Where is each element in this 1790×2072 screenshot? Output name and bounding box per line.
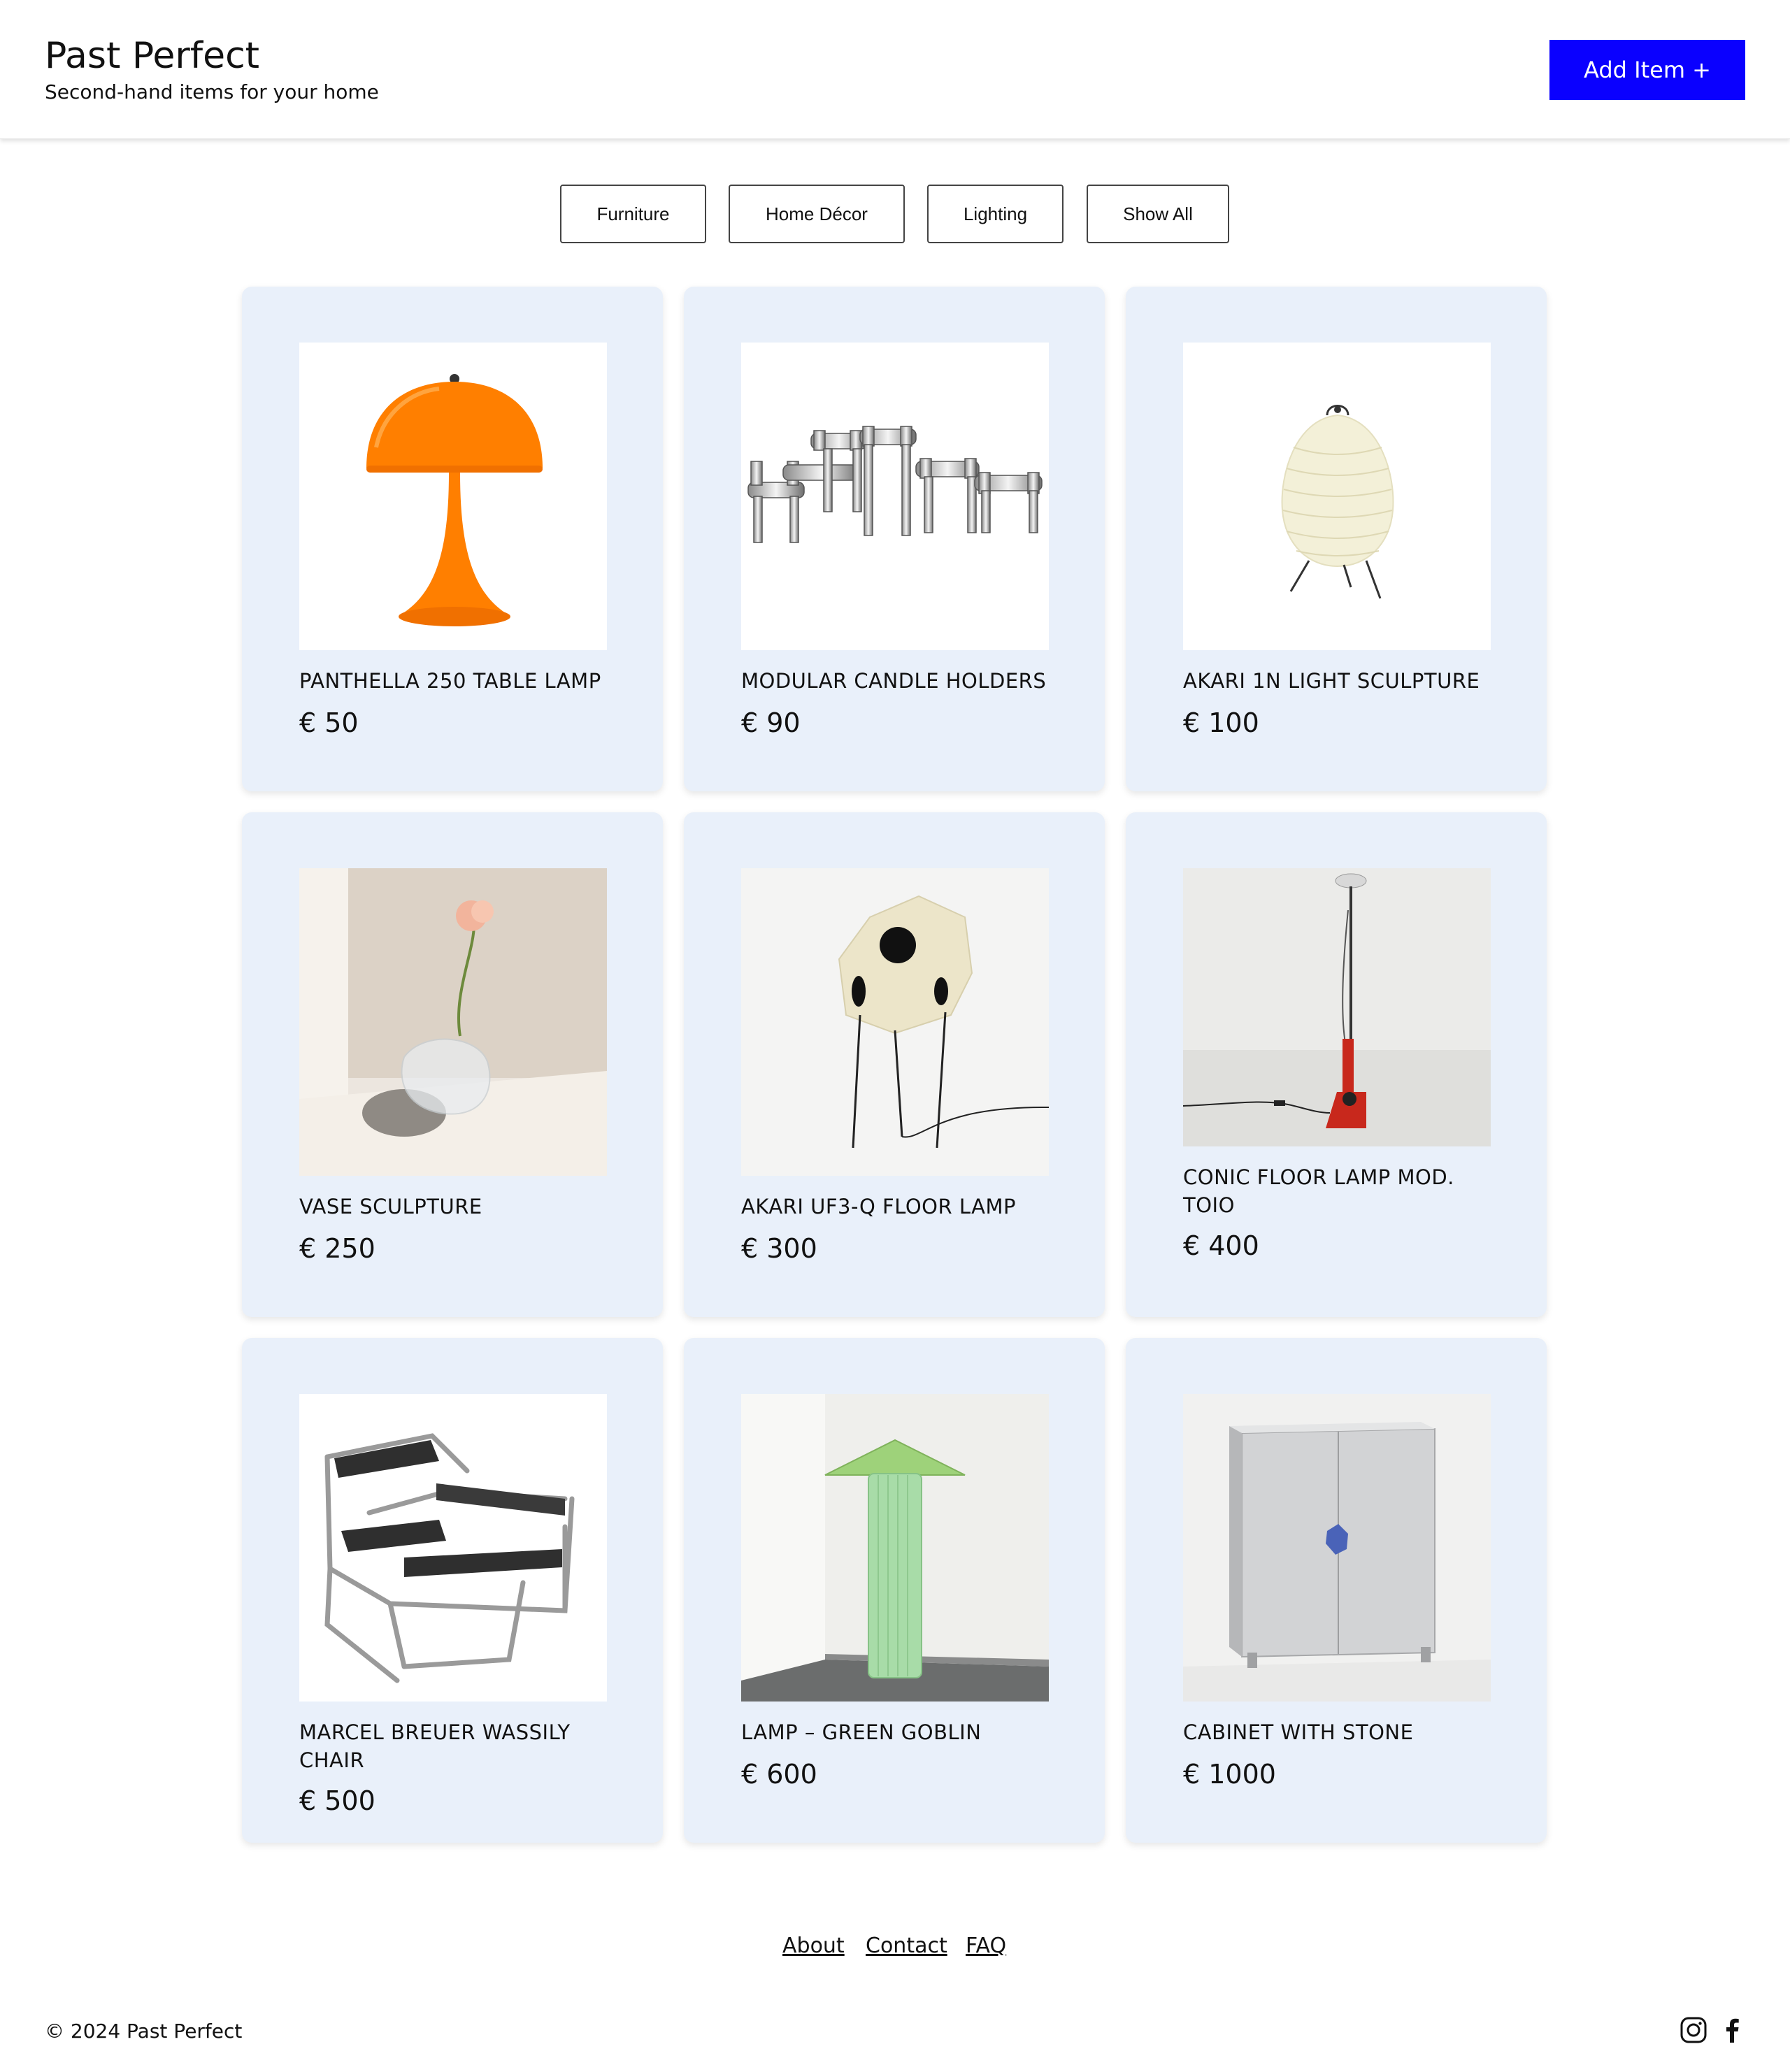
- product-price: € 600: [741, 1759, 817, 1790]
- product-card[interactable]: LAMP – GREEN GOBLIN € 600: [684, 1338, 1105, 1843]
- filter-furniture-button[interactable]: Furniture: [560, 185, 706, 243]
- filter-lighting-button[interactable]: Lighting: [927, 185, 1064, 243]
- footer-contact-link[interactable]: Contact: [866, 1931, 947, 1962]
- product-name: AKARI UF3-Q FLOOR LAMP: [741, 1195, 1017, 1218]
- product-price: € 500: [299, 1785, 375, 1816]
- footer-faq-link[interactable]: FAQ: [966, 1931, 1006, 1962]
- product-card[interactable]: CONIC FLOOR LAMP MOD. TOIO € 400: [1126, 812, 1547, 1317]
- product-price: € 50: [299, 707, 359, 738]
- product-price: € 1000: [1183, 1759, 1276, 1790]
- product-image-glass-vase-with-flower[interactable]: [299, 868, 607, 1176]
- product-card[interactable]: MARCEL BREUER WASSILY CHAIR € 500: [242, 1338, 663, 1843]
- instagram-icon[interactable]: [1680, 2016, 1707, 2044]
- filter-home-decor-button[interactable]: Home Décor: [729, 185, 905, 243]
- product-card[interactable]: VASE SCULPTURE € 250: [242, 812, 663, 1317]
- copyright-text: © 2024 Past Perfect: [45, 2020, 243, 2043]
- footer-about-link[interactable]: About: [782, 1931, 845, 1962]
- product-image-orange-mushroom-lamp[interactable]: [299, 343, 607, 650]
- category-filters: Furniture Home Décor Lighting Show All: [0, 185, 1790, 243]
- product-card[interactable]: AKARI 1N LIGHT SCULPTURE € 100: [1126, 287, 1547, 791]
- product-price: € 100: [1183, 707, 1259, 738]
- product-image-red-floor-lamp[interactable]: [1183, 868, 1491, 1146]
- product-name: PANTHELLA 250 TABLE LAMP: [299, 669, 601, 693]
- product-image-chrome-candle-holders[interactable]: [741, 343, 1049, 650]
- site-title[interactable]: Past Perfect: [45, 34, 259, 78]
- product-card[interactable]: AKARI UF3-Q FLOOR LAMP € 300: [684, 812, 1105, 1317]
- add-item-button[interactable]: Add Item +: [1549, 40, 1745, 100]
- product-image-paper-floor-lamp[interactable]: [741, 868, 1049, 1176]
- facebook-icon[interactable]: [1719, 2016, 1747, 2044]
- product-name: MODULAR CANDLE HOLDERS: [741, 669, 1047, 693]
- product-name: VASE SCULPTURE: [299, 1195, 482, 1218]
- product-image-steel-leather-chair[interactable]: [299, 1394, 607, 1702]
- product-image-green-column-lamp[interactable]: [741, 1394, 1049, 1702]
- site-subtitle: Second-hand items for your home: [45, 80, 379, 103]
- product-name: CONIC FLOOR LAMP MOD. TOIO: [1183, 1165, 1454, 1217]
- product-name: MARCEL BREUER WASSILY CHAIR: [299, 1720, 571, 1772]
- site-header: Past Perfect Second-hand items for your …: [0, 0, 1790, 139]
- filter-show-all-button[interactable]: Show All: [1087, 185, 1229, 243]
- product-card[interactable]: CABINET WITH STONE € 1000: [1126, 1338, 1547, 1843]
- product-image-paper-lantern-lamp[interactable]: [1183, 343, 1491, 650]
- product-card[interactable]: MODULAR CANDLE HOLDERS € 90: [684, 287, 1105, 791]
- product-card[interactable]: PANTHELLA 250 TABLE LAMP € 50: [242, 287, 663, 791]
- product-price: € 250: [299, 1233, 375, 1264]
- product-name: CABINET WITH STONE: [1183, 1720, 1414, 1744]
- product-price: € 400: [1183, 1230, 1259, 1261]
- footer-nav: About Contact FAQ: [0, 1931, 1790, 1964]
- product-image-aluminum-cabinet[interactable]: [1183, 1394, 1491, 1702]
- product-price: € 300: [741, 1233, 817, 1264]
- product-price: € 90: [741, 707, 801, 738]
- product-name: AKARI 1N LIGHT SCULPTURE: [1183, 669, 1480, 693]
- product-name: LAMP – GREEN GOBLIN: [741, 1720, 982, 1744]
